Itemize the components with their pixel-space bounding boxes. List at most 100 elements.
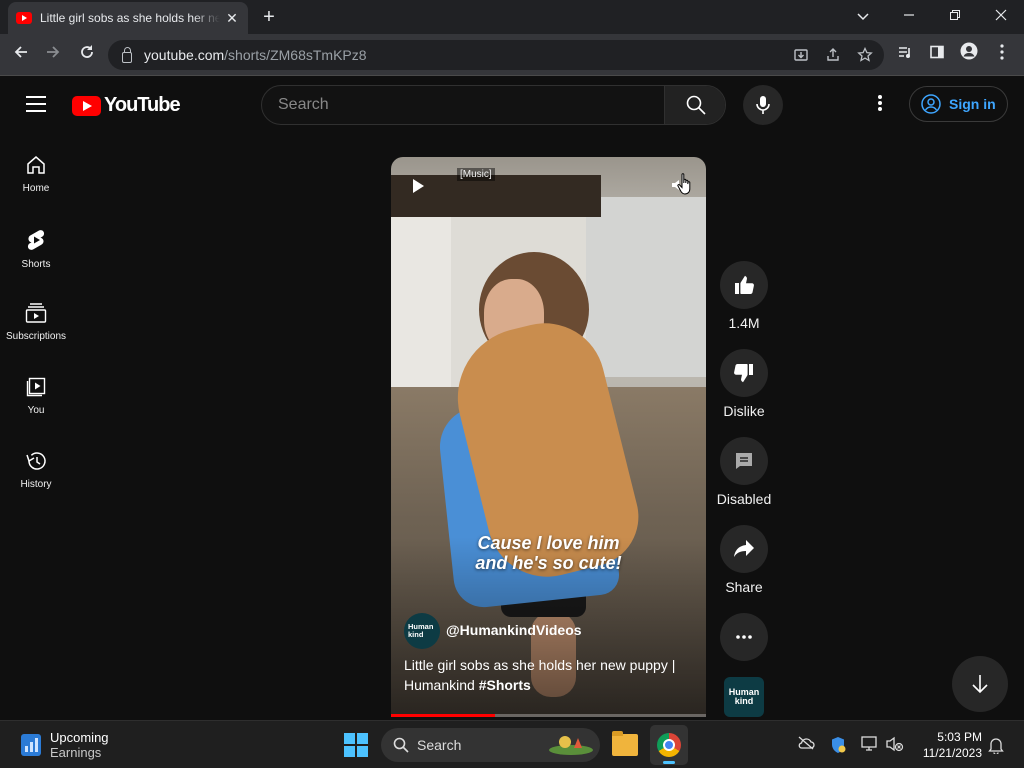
thumbs-down-icon xyxy=(734,364,753,383)
caption-line: Cause I love him xyxy=(477,533,620,553)
music-caption-tag: [Music] xyxy=(457,168,495,181)
notifications-bell-icon[interactable] xyxy=(987,736,1005,756)
share-page-icon[interactable] xyxy=(824,47,842,65)
tab-title: Little girl sobs as she holds her new pu… xyxy=(40,11,220,25)
sidebar-item-subscriptions[interactable]: Subscriptions xyxy=(0,303,72,377)
search-icon xyxy=(686,95,706,115)
channel-thumbnail[interactable]: Human kind xyxy=(724,677,764,717)
dislike-button[interactable] xyxy=(720,349,768,397)
media-controls-icon[interactable] xyxy=(892,42,918,68)
sidebar-item-shorts[interactable]: Shorts xyxy=(0,229,72,303)
video-caption: Cause I love him and he's so cute! xyxy=(391,533,706,573)
youtube-header: YouTube Sign in xyxy=(0,77,1024,133)
widget-title: Upcoming xyxy=(50,730,109,745)
lock-icon[interactable] xyxy=(122,46,132,63)
play-icon[interactable] xyxy=(413,179,424,193)
bookmark-star-icon[interactable] xyxy=(856,46,874,65)
restore-button[interactable] xyxy=(942,4,968,30)
home-icon xyxy=(27,156,45,174)
new-tab-button[interactable]: + xyxy=(256,4,282,30)
cloud-offline-icon[interactable] xyxy=(797,736,815,754)
clock-date: 11/21/2023 xyxy=(922,746,982,760)
close-tab-icon[interactable]: ✕ xyxy=(224,10,240,27)
video-progress-bar[interactable] xyxy=(391,714,706,717)
shorts-icon xyxy=(27,230,45,250)
browser-menu-icon[interactable] xyxy=(989,42,1015,68)
network-icon[interactable] xyxy=(861,736,879,754)
more-action xyxy=(720,613,768,661)
video-hashtag[interactable]: #Shorts xyxy=(479,677,531,693)
back-button[interactable] xyxy=(8,42,34,68)
dislike-action: Dislike xyxy=(720,349,768,419)
chrome-icon xyxy=(657,733,681,757)
install-app-icon[interactable] xyxy=(792,47,810,65)
caption-line: and he's so cute! xyxy=(475,553,622,573)
minimize-button[interactable] xyxy=(896,4,922,30)
url-host: youtube.com xyxy=(144,47,225,63)
taskbar-search[interactable]: Search xyxy=(381,728,600,762)
sidebar-item-label: Home xyxy=(22,183,50,194)
voice-search-button[interactable] xyxy=(743,85,783,125)
next-short-button[interactable] xyxy=(952,656,1008,712)
video-title-text: Little girl sobs as she holds her new pu… xyxy=(404,657,676,693)
youtube-favicon-icon xyxy=(16,12,32,24)
channel-avatar[interactable]: Human kind xyxy=(404,613,440,649)
you-icon xyxy=(26,377,46,397)
youtube-logo[interactable]: YouTube xyxy=(72,94,181,117)
comments-button[interactable] xyxy=(720,437,768,485)
like-count: 1.4M xyxy=(728,315,760,331)
address-bar[interactable]: youtube.com/shorts/ZM68sTmKPz8 xyxy=(108,40,884,70)
share-button[interactable] xyxy=(720,525,768,573)
tab-search-chevron-icon[interactable] xyxy=(850,4,876,30)
like-action: 1.4M xyxy=(720,261,768,331)
start-button[interactable] xyxy=(344,733,368,757)
sidebar-item-label: Shorts xyxy=(21,259,51,270)
comment-icon xyxy=(736,453,752,469)
thumbs-up-icon xyxy=(735,275,754,294)
like-button[interactable] xyxy=(720,261,768,309)
sidebar-item-home[interactable]: Home xyxy=(0,155,72,229)
arrow-down-icon xyxy=(972,675,988,694)
forward-button[interactable] xyxy=(40,42,66,68)
search-box xyxy=(261,85,726,125)
side-panel-icon[interactable] xyxy=(924,42,950,68)
sidebar-item-history[interactable]: History xyxy=(0,451,72,525)
profile-icon[interactable] xyxy=(956,42,982,68)
close-window-button[interactable] xyxy=(988,4,1014,30)
windows-taskbar: Upcoming Earnings Search 5:03 PM 11/21/2… xyxy=(0,720,1024,768)
history-icon xyxy=(26,452,46,470)
browser-tab[interactable]: Little girl sobs as she holds her new pu… xyxy=(8,2,248,34)
sidebar-item-you[interactable]: You xyxy=(0,377,72,451)
browser-toolbar: youtube.com/shorts/ZM68sTmKPz8 xyxy=(0,34,1024,76)
sign-in-button[interactable]: Sign in xyxy=(909,86,1008,122)
clock-time: 5:03 PM xyxy=(937,730,982,744)
comments-label: Disabled xyxy=(716,491,772,507)
settings-more-icon[interactable] xyxy=(868,93,892,117)
microphone-icon xyxy=(756,96,770,114)
active-app-indicator xyxy=(663,761,675,764)
search-button[interactable] xyxy=(664,86,725,124)
shorts-video-player[interactable]: [Music] Cause I love him and he's so cut… xyxy=(391,157,706,717)
chrome-taskbar-button[interactable] xyxy=(650,725,688,765)
video-scene-cabinet xyxy=(391,217,451,387)
guide-menu-icon[interactable] xyxy=(26,96,46,112)
video-progress-fill xyxy=(391,714,495,717)
volume-muted-icon[interactable] xyxy=(886,736,904,754)
security-shield-icon[interactable] xyxy=(829,736,847,754)
widget-subtitle: Earnings xyxy=(50,745,102,760)
reload-button[interactable] xyxy=(74,42,100,68)
dislike-label: Dislike xyxy=(723,403,765,419)
system-clock[interactable]: 5:03 PM 11/21/2023 xyxy=(916,729,982,761)
comments-action: Disabled xyxy=(717,437,771,507)
more-options-button[interactable] xyxy=(720,613,768,661)
video-title[interactable]: Little girl sobs as she holds her new pu… xyxy=(404,655,699,695)
search-input[interactable] xyxy=(262,86,664,124)
subscriptions-icon xyxy=(25,303,47,323)
video-scene-wall xyxy=(586,197,706,377)
search-highlight-icon xyxy=(549,736,593,755)
file-explorer-icon[interactable] xyxy=(612,731,638,756)
url-path: /shorts/ZM68sTmKPz8 xyxy=(224,47,367,63)
channel-handle[interactable]: @HumankindVideos xyxy=(446,622,582,638)
sign-in-label: Sign in xyxy=(949,96,996,112)
widgets-button[interactable]: Upcoming Earnings xyxy=(20,730,109,760)
